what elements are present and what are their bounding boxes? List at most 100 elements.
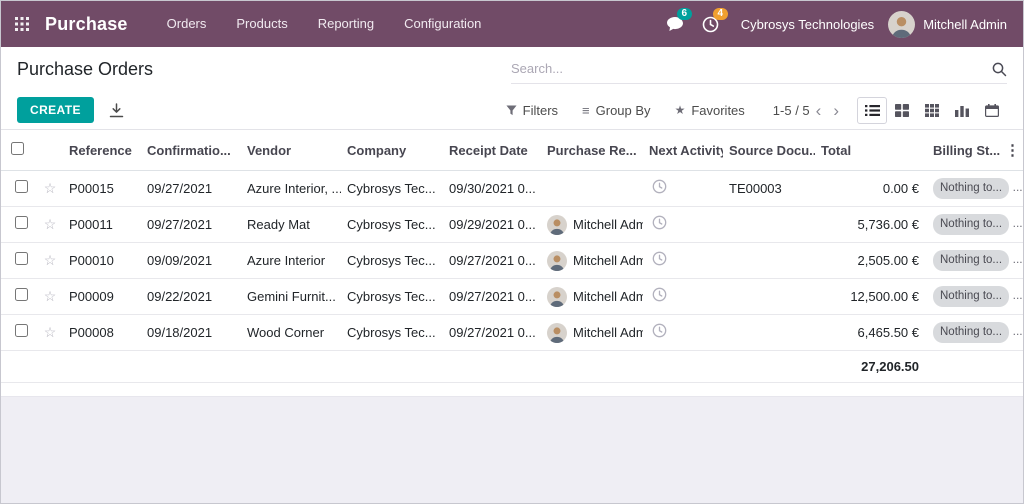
cell-billing-status[interactable]: Nothing to... ... <box>927 206 1023 243</box>
table-row[interactable]: ☆ P00015 09/27/2021 Azure Interior, ... … <box>1 170 1023 207</box>
row-checkbox[interactable] <box>14 180 28 193</box>
cell-vendor[interactable]: Azure Interior, ... <box>241 170 341 207</box>
cell-next-activity[interactable] <box>643 314 723 351</box>
favorite-star-icon[interactable]: ☆ <box>37 242 63 279</box>
cell-reference[interactable]: P00010 <box>63 242 141 279</box>
table-row[interactable]: ☆ P00011 09/27/2021 Ready Mat Cybrosys T… <box>1 206 1023 243</box>
cell-company[interactable]: Cybrosys Tec... <box>341 170 443 207</box>
cell-total[interactable]: 5,736.00 € <box>815 206 927 243</box>
cell-purchase-rep[interactable]: Mitchell Adm... <box>541 242 643 279</box>
row-checkbox[interactable] <box>14 324 28 337</box>
menu-reporting[interactable]: Reporting <box>303 1 389 47</box>
table-row[interactable]: ☆ P00008 09/18/2021 Wood Corner Cybrosys… <box>1 314 1023 351</box>
menu-orders[interactable]: Orders <box>152 1 222 47</box>
menu-configuration[interactable]: Configuration <box>389 1 496 47</box>
row-checkbox[interactable] <box>14 288 28 301</box>
col-header-receipt-date[interactable]: Receipt Date <box>443 130 541 171</box>
menu-products[interactable]: Products <box>221 1 302 47</box>
cell-company[interactable]: Cybrosys Tec... <box>341 242 443 279</box>
favorite-star-icon[interactable]: ☆ <box>37 206 63 243</box>
cell-total[interactable]: 12,500.00 € <box>815 278 927 315</box>
cell-billing-status[interactable]: Nothing to... ... <box>927 314 1023 351</box>
list-view-icon[interactable] <box>857 96 887 124</box>
cell-source-document[interactable] <box>723 242 815 279</box>
cell-reference[interactable]: P00009 <box>63 278 141 315</box>
app-title[interactable]: Purchase <box>45 14 128 35</box>
cell-purchase-rep[interactable]: Mitchell Adm... <box>541 314 643 351</box>
kanban-view-icon[interactable] <box>887 97 917 124</box>
cell-reference[interactable]: P00011 <box>63 206 141 243</box>
cell-company[interactable]: Cybrosys Tec... <box>341 206 443 243</box>
cell-company[interactable]: Cybrosys Tec... <box>341 278 443 315</box>
activity-clock-icon[interactable] <box>652 251 667 269</box>
cell-next-activity[interactable] <box>643 170 723 207</box>
cell-receipt-date[interactable]: 09/27/2021 0... <box>443 278 541 315</box>
graph-view-icon[interactable] <box>947 97 977 124</box>
cell-billing-status[interactable]: Nothing to... ... <box>927 242 1023 279</box>
messages-icon[interactable]: 6 <box>657 1 693 47</box>
activity-clock-icon[interactable] <box>652 323 667 341</box>
cell-purchase-rep[interactable] <box>541 170 643 207</box>
pager-next-icon[interactable]: › <box>827 102 845 119</box>
calendar-view-icon[interactable] <box>977 97 1007 124</box>
cell-next-activity[interactable] <box>643 206 723 243</box>
favorites-button[interactable]: ★ Favorites <box>675 103 745 118</box>
activity-clock-icon[interactable] <box>652 215 667 233</box>
col-header-total[interactable]: Total <box>815 130 927 171</box>
cell-confirmation-date[interactable]: 09/22/2021 <box>141 278 241 315</box>
col-header-purchase-rep[interactable]: Purchase Re... <box>541 130 643 171</box>
favorite-star-icon[interactable]: ☆ <box>37 278 63 315</box>
activities-icon[interactable]: 4 <box>693 1 729 47</box>
row-checkbox[interactable] <box>14 216 28 229</box>
cell-vendor[interactable]: Azure Interior <box>241 242 341 279</box>
cell-next-activity[interactable] <box>643 278 723 315</box>
select-all-checkbox[interactable] <box>11 142 24 155</box>
company-switcher[interactable]: Cybrosys Technologies <box>741 17 874 32</box>
activity-clock-icon[interactable] <box>652 287 667 305</box>
pager-previous-icon[interactable]: ‹ <box>810 102 828 119</box>
cell-billing-status[interactable]: Nothing to... ... <box>927 278 1023 315</box>
cell-reference[interactable]: P00015 <box>63 170 141 207</box>
cell-purchase-rep[interactable]: Mitchell Adm... <box>541 206 643 243</box>
cell-source-document[interactable] <box>723 278 815 315</box>
group-by-button[interactable]: ≡ Group By <box>582 103 651 118</box>
activity-clock-icon[interactable] <box>652 179 667 197</box>
cell-source-document[interactable] <box>723 314 815 351</box>
col-header-billing-status[interactable]: Billing St... <box>927 130 1005 171</box>
export-icon[interactable] <box>109 102 124 118</box>
cell-total[interactable]: 2,505.00 € <box>815 242 927 279</box>
pager-counter[interactable]: 1-5 / 5 <box>773 103 810 118</box>
cell-receipt-date[interactable]: 09/30/2021 0... <box>443 170 541 207</box>
table-row[interactable]: ☆ P00009 09/22/2021 Gemini Furnit... Cyb… <box>1 278 1023 315</box>
cell-company[interactable]: Cybrosys Tec... <box>341 314 443 351</box>
cell-reference[interactable]: P00008 <box>63 314 141 351</box>
cell-receipt-date[interactable]: 09/27/2021 0... <box>443 242 541 279</box>
cell-next-activity[interactable] <box>643 242 723 279</box>
cell-confirmation-date[interactable]: 09/09/2021 <box>141 242 241 279</box>
cell-source-document[interactable] <box>723 206 815 243</box>
cell-confirmation-date[interactable]: 09/18/2021 <box>141 314 241 351</box>
cell-billing-status[interactable]: Nothing to... ... <box>927 170 1023 207</box>
col-header-reference[interactable]: Reference <box>63 130 141 171</box>
pivot-view-icon[interactable] <box>917 97 947 124</box>
create-button[interactable]: CREATE <box>17 97 94 123</box>
cell-receipt-date[interactable]: 09/27/2021 0... <box>443 314 541 351</box>
table-row[interactable]: ☆ P00010 09/09/2021 Azure Interior Cybro… <box>1 242 1023 279</box>
cell-source-document[interactable]: TE00003 <box>723 170 815 207</box>
cell-vendor[interactable]: Ready Mat <box>241 206 341 243</box>
cell-confirmation-date[interactable]: 09/27/2021 <box>141 170 241 207</box>
favorite-star-icon[interactable]: ☆ <box>37 170 63 207</box>
filters-button[interactable]: Filters <box>506 103 558 118</box>
col-header-next-activity[interactable]: Next Activity <box>643 130 723 171</box>
col-header-company[interactable]: Company <box>341 130 443 171</box>
optional-columns-icon[interactable]: ⋮ <box>1005 130 1023 171</box>
cell-purchase-rep[interactable]: Mitchell Adm... <box>541 278 643 315</box>
cell-receipt-date[interactable]: 09/29/2021 0... <box>443 206 541 243</box>
apps-menu-icon[interactable] <box>1 1 43 47</box>
cell-total[interactable]: 6,465.50 € <box>815 314 927 351</box>
col-header-vendor[interactable]: Vendor <box>241 130 341 171</box>
cell-vendor[interactable]: Gemini Furnit... <box>241 278 341 315</box>
cell-confirmation-date[interactable]: 09/27/2021 <box>141 206 241 243</box>
search-input[interactable] <box>511 61 991 76</box>
cell-total[interactable]: 0.00 € <box>815 170 927 207</box>
